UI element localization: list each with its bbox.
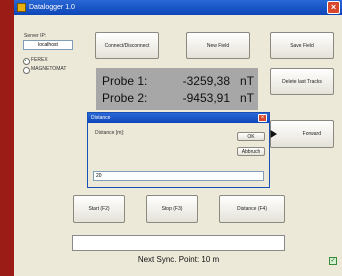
radio-ferex-label: FEREX — [31, 57, 48, 63]
close-button[interactable]: × — [327, 1, 340, 14]
title-bar[interactable]: Datalogger 1.0 × — [14, 0, 342, 15]
probe-unit: nT — [239, 73, 254, 88]
forward-label: Forward — [302, 131, 321, 137]
distance-prompt: Distance [m]: — [95, 130, 125, 136]
sync-point-text: Next Sync. Point: 10 m — [137, 255, 220, 264]
dialog-title: Distance — [91, 115, 111, 121]
checkmark-icon[interactable]: ✓ — [329, 257, 337, 265]
connect-disconnect-button[interactable]: Connect/Disconnect — [95, 32, 159, 59]
app-icon — [17, 3, 26, 12]
save-field-button[interactable]: Save Field — [270, 32, 334, 59]
probe-row: Probe 2: -9453,91 nT — [96, 89, 258, 106]
ok-button[interactable]: OK — [237, 132, 265, 141]
probe-unit: nT — [239, 90, 254, 105]
distance-button[interactable]: Distance (F4) — [219, 195, 285, 223]
cancel-button[interactable]: Abbruch — [237, 147, 265, 156]
probe-name: Probe 2: — [102, 90, 148, 105]
radio-magnetomat-label: MAGNETOMAT — [31, 66, 67, 72]
delete-tracks-button[interactable]: Delete last Tracks — [270, 68, 334, 95]
radio-ferex-indicator[interactable] — [23, 58, 30, 65]
probe-row: Probe 1: -3259,38 nT — [96, 72, 258, 89]
dialog-close-button[interactable]: × — [258, 114, 267, 122]
probe-display: Probe 1: -3259,38 nT Probe 2: -9453,91 n… — [96, 68, 258, 110]
forward-button[interactable]: Forward — [270, 120, 334, 148]
probe-value: -3259,38 — [182, 73, 230, 88]
distance-input[interactable]: 20 — [93, 171, 264, 181]
start-button[interactable]: Start (F2) — [73, 195, 125, 223]
probe-value: -9453,91 — [182, 90, 230, 105]
dialog-title-bar[interactable]: Distance — [88, 113, 269, 123]
background-strip — [0, 0, 14, 276]
window-title: Datalogger 1.0 — [29, 4, 75, 11]
probe-name: Probe 1: — [102, 73, 148, 88]
server-ip-label: Server IP: — [24, 33, 47, 39]
server-ip-input[interactable]: localhost — [23, 40, 73, 50]
distance-dialog: Distance × Distance [m]: OK Abbruch 20 — [87, 112, 270, 188]
radio-magnetomat-indicator[interactable] — [23, 67, 30, 74]
status-field — [72, 235, 285, 251]
new-field-button[interactable]: New Field — [186, 32, 250, 59]
stop-button[interactable]: Stop (F3) — [146, 195, 198, 223]
